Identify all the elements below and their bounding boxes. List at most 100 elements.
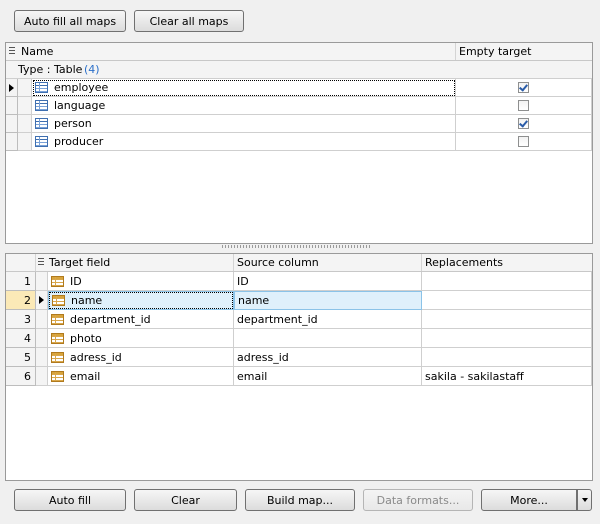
row-indicator [36,367,48,386]
column-chooser-icon[interactable] [38,258,44,267]
source-column-cell[interactable] [234,329,422,348]
target-field: email [70,369,101,383]
table-row[interactable]: person [6,115,592,133]
empty-target-checkbox[interactable] [518,118,529,129]
target-field: name [71,294,103,307]
map-name: employee [54,81,109,94]
field-icon [51,332,64,344]
fields-grid: Target field Source column Replacements … [5,253,593,481]
source-column-cell[interactable]: name [234,291,422,310]
replacements-cell[interactable] [422,291,592,310]
row-indicator[interactable] [6,133,18,151]
table-icon [35,82,48,93]
row-indicator[interactable] [6,97,18,115]
target-field-cell[interactable]: email [48,367,234,386]
row-number[interactable]: 6 [6,367,36,386]
row-number[interactable]: 2 [6,291,36,310]
empty-target-cell[interactable] [456,115,592,133]
target-field-cell[interactable]: photo [48,329,234,348]
table-row[interactable]: employee [6,79,592,97]
row-indent [18,79,32,97]
row-number-header [6,254,36,271]
column-header-replacements[interactable]: Replacements [422,254,592,271]
data-formats-button[interactable]: Data formats... [363,489,473,511]
field-icon [51,351,64,363]
target-field-cell[interactable]: name [48,291,234,310]
target-field-cell[interactable]: department_id [48,310,234,329]
row-indicator[interactable] [6,115,18,133]
row-indent [18,115,32,133]
source-column-cell[interactable]: adress_id [234,348,422,367]
row-indicator [36,291,48,310]
table-icon [35,118,48,129]
target-field-cell[interactable]: ID [48,272,234,291]
table-icon [35,100,48,111]
target-field: photo [70,331,102,345]
replacements-cell[interactable] [422,348,592,367]
empty-target-checkbox[interactable] [518,136,529,147]
source-column-cell[interactable]: email [234,367,422,386]
row-indicator [36,310,48,329]
clear-button[interactable]: Clear [134,489,237,511]
empty-target-checkbox[interactable] [518,82,529,93]
target-field: ID [70,274,82,288]
replacements-cell[interactable] [422,272,592,291]
maps-grid-header: Name Empty target [6,43,592,61]
column-header-name[interactable]: Name [18,43,456,60]
row-indicator[interactable] [6,79,18,97]
build-map-button[interactable]: Build map... [245,489,355,511]
more-dropdown-button[interactable] [577,489,592,511]
empty-target-cell[interactable] [456,133,592,151]
empty-target-cell[interactable] [456,79,592,97]
table-row[interactable]: language [6,97,592,115]
table-row[interactable]: 3 department_id department_id [6,310,592,329]
table-row[interactable]: 4 photo [6,329,592,348]
map-name: language [54,99,106,112]
column-header-source-column[interactable]: Source column [234,254,422,271]
row-indent [18,97,32,115]
map-name: producer [54,135,104,148]
column-header-target-field[interactable]: Target field [46,254,234,271]
field-icon [51,370,64,382]
replacements-cell[interactable]: sakila - sakilastaff [422,367,592,386]
row-number[interactable]: 4 [6,329,36,348]
field-icon [51,275,64,287]
map-name-cell[interactable]: language [32,97,456,115]
field-icon [52,295,65,306]
table-row[interactable]: 5 adress_id adress_id [6,348,592,367]
group-row[interactable]: Type : Table (4) [6,61,592,79]
clear-all-maps-button[interactable]: Clear all maps [134,10,244,32]
column-header-empty-target[interactable]: Empty target [456,43,592,60]
source-column-cell[interactable]: ID [234,272,422,291]
column-chooser-icon[interactable] [9,47,15,56]
replacements-cell[interactable] [422,329,592,348]
empty-target-checkbox[interactable] [518,100,529,111]
row-number[interactable]: 1 [6,272,36,291]
map-name-cell[interactable]: person [32,115,456,133]
panel-splitter[interactable] [222,245,372,248]
table-row[interactable]: 2 name name [6,291,592,310]
source-column-cell[interactable]: department_id [234,310,422,329]
group-label: Type : Table [18,63,83,76]
auto-fill-all-maps-button[interactable]: Auto fill all maps [14,10,126,32]
target-field-cell[interactable]: adress_id [48,348,234,367]
row-number[interactable]: 3 [6,310,36,329]
chevron-down-icon [581,498,588,502]
row-number[interactable]: 5 [6,348,36,367]
replacements-cell[interactable] [422,310,592,329]
map-name-cell[interactable]: employee [32,79,456,97]
map-name: person [54,117,92,130]
maps-grid: Name Empty target Type : Table (4) emplo… [5,42,593,244]
auto-fill-button[interactable]: Auto fill [14,489,126,511]
target-field: department_id [70,312,151,326]
row-indicator [36,329,48,348]
table-row[interactable]: producer [6,133,592,151]
map-name-cell[interactable]: producer [32,133,456,151]
table-row[interactable]: 6 email email sakila - sakilastaff [6,367,592,386]
row-indicator [36,272,48,291]
table-row[interactable]: 1 ID ID [6,272,592,291]
fields-grid-header: Target field Source column Replacements [6,254,592,272]
current-row-arrow-icon [39,296,44,304]
empty-target-cell[interactable] [456,97,592,115]
more-button[interactable]: More... [481,489,577,511]
